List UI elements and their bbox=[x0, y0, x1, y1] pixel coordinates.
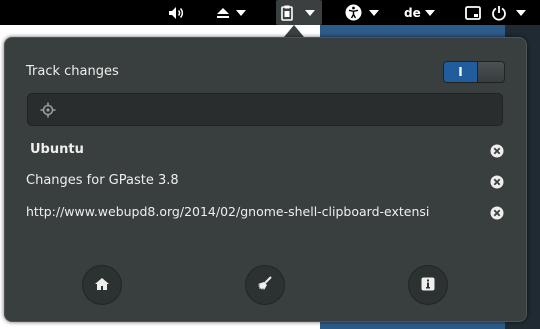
language-label: de bbox=[404, 5, 421, 20]
volume-icon[interactable] bbox=[168, 0, 186, 25]
home-icon bbox=[94, 276, 110, 295]
chevron-down-icon bbox=[305, 9, 315, 16]
delete-icon[interactable] bbox=[490, 174, 504, 189]
track-changes-label: Track changes bbox=[26, 64, 119, 79]
chevron-down-icon[interactable] bbox=[236, 0, 246, 25]
history-item[interactable]: http://www.webupd8.org/2014/02/gnome-she… bbox=[26, 204, 429, 219]
accessibility-icon[interactable] bbox=[345, 0, 362, 25]
switch-knob bbox=[477, 62, 504, 82]
power-icon[interactable] bbox=[491, 0, 507, 25]
broom-icon bbox=[257, 275, 273, 295]
history-item[interactable]: Changes for GPaste 3.8 bbox=[26, 173, 179, 188]
info-icon bbox=[421, 276, 435, 295]
gpaste-menu: Track changes I Ubuntu Changes for GPast… bbox=[4, 37, 527, 322]
track-changes-switch[interactable]: I bbox=[443, 61, 505, 83]
switch-on-label: I bbox=[444, 62, 477, 82]
delete-icon[interactable] bbox=[490, 205, 504, 220]
home-button[interactable] bbox=[82, 265, 122, 305]
search-box[interactable] bbox=[27, 93, 503, 126]
chevron-down-icon[interactable] bbox=[369, 0, 379, 25]
search-input[interactable] bbox=[64, 94, 494, 125]
window-icon[interactable] bbox=[465, 0, 481, 25]
chevron-down-icon[interactable] bbox=[516, 0, 526, 25]
search-icon bbox=[40, 102, 56, 122]
clipboard-menu-button[interactable] bbox=[276, 0, 322, 25]
clipboard-icon bbox=[281, 5, 293, 21]
top-bar: de bbox=[0, 0, 540, 25]
eject-icon[interactable] bbox=[216, 0, 230, 25]
delete-icon[interactable] bbox=[490, 143, 504, 158]
empty-history-button[interactable] bbox=[245, 265, 285, 305]
history-item[interactable]: Ubuntu bbox=[30, 142, 84, 157]
background-strip bbox=[200, 322, 320, 329]
chevron-down-icon[interactable] bbox=[425, 0, 435, 25]
about-button[interactable] bbox=[408, 265, 448, 305]
language-indicator[interactable]: de bbox=[404, 0, 421, 25]
menu-arrow bbox=[284, 25, 304, 37]
